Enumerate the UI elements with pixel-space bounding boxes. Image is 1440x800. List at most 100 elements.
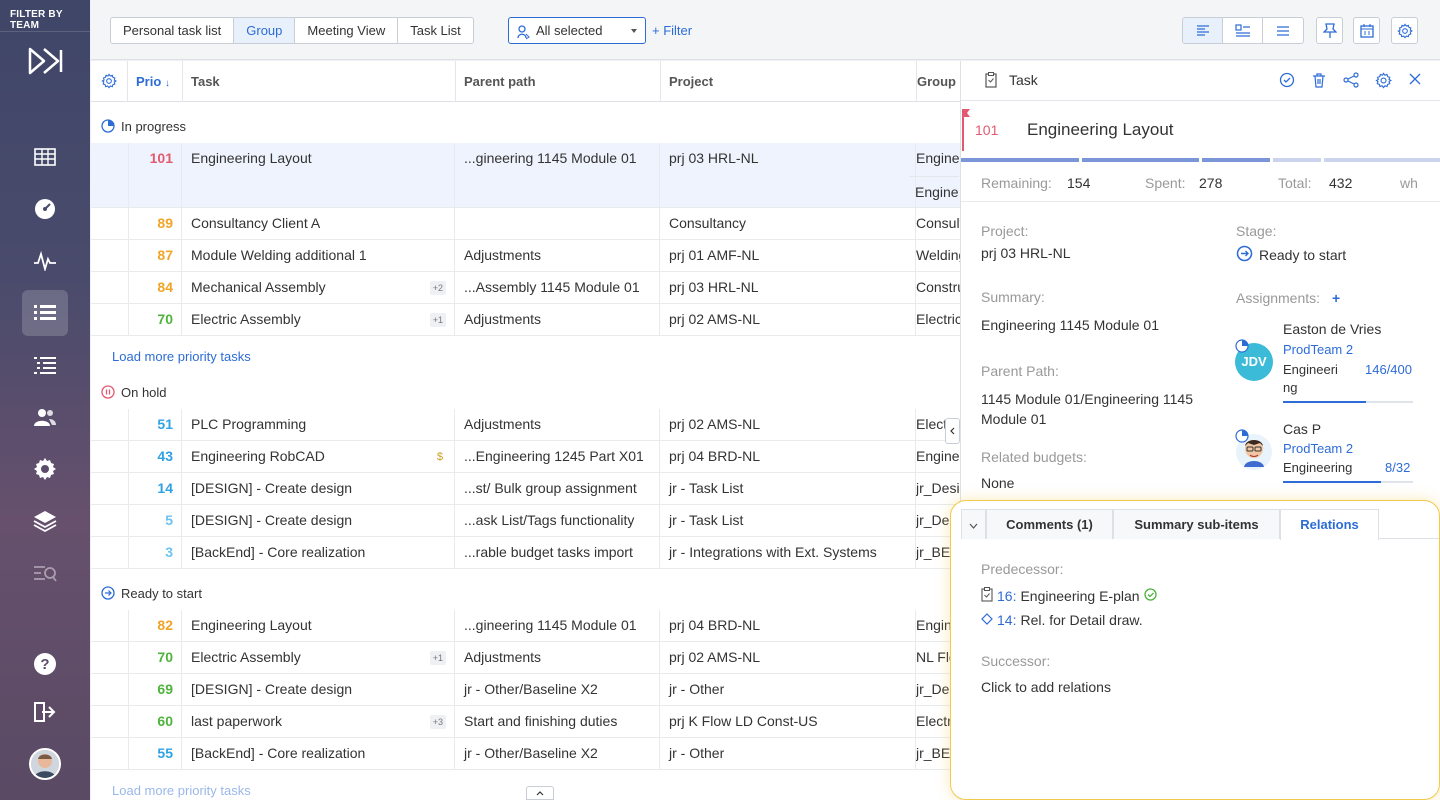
row-project[interactable]: prj K Flow LD Const-US [661,706,916,738]
collapse-panel-icon[interactable] [945,418,960,444]
gear-icon[interactable] [1375,72,1393,92]
load-more-link[interactable]: Load more priority tasks [112,349,251,364]
table-row[interactable]: 3 [BackEnd] - Core realization ...rable bu… [91,537,960,569]
section-on-hold[interactable]: On hold [91,376,960,408]
row-task[interactable]: [DESIGN] - Create design [183,505,455,537]
app-logo-icon[interactable] [28,46,64,79]
add-assignment-icon[interactable]: + [1332,290,1340,306]
row-parent-path[interactable] [456,208,660,240]
load-more-link[interactable]: Load more priority tasks [112,783,251,798]
row-project[interactable]: jr - Task List [661,473,916,505]
row-prio[interactable]: 89 [128,208,182,239]
tab-comments[interactable]: Comments (1) [986,509,1113,539]
table-row[interactable]: 55 [BackEnd] - Core realization jr - Other… [91,738,960,770]
row-group[interactable]: Welding [916,240,960,272]
row-project[interactable]: jr - Task List [661,505,916,537]
row-task[interactable]: [BackEnd] - Core realization [183,738,455,770]
list-view-icon[interactable] [1263,18,1303,43]
row-project[interactable]: prj 03 HRL-NL [661,272,916,304]
table-row[interactable]: 51 PLC Programming Adjustments prj 02 AMS-N… [91,409,960,441]
row-project[interactable]: jr - Other [661,674,916,706]
row-project[interactable]: prj 04 BRD-NL [661,610,916,642]
row-prio[interactable]: 69 [128,674,182,705]
row-project[interactable]: prj 02 AMS-NL [661,304,916,336]
settings-icon[interactable] [22,446,68,492]
row-task[interactable]: [BackEnd] - Core realization [183,537,455,569]
table-row[interactable]: 14 [DESIGN] - Create design ...st/ Bulk gr… [91,473,960,505]
row-task[interactable]: [DESIGN] - Create design [183,674,455,706]
row-prio[interactable]: 14 [128,473,182,504]
team-select[interactable]: All selected [508,17,646,44]
row-project[interactable]: Consultancy [661,208,916,240]
table-row[interactable]: 43 Engineering RobCAD $ ...Engineering 1245… [91,441,960,473]
row-parent-path[interactable]: ...Assembly 1145 Module 01 [456,272,660,304]
row-group[interactable]: Consultancy [916,208,960,240]
assignee-card[interactable]: JDV Easton de Vries ProdTeam 2 Engineeri… [1235,321,1425,403]
view-meeting[interactable]: Meeting View [295,18,399,43]
table-row[interactable]: 82 Engineering Layout ...gineering 1145 Mo… [91,610,960,642]
row-prio[interactable]: 55 [128,738,182,769]
column-settings-icon[interactable] [91,61,128,102]
row-task[interactable]: PLC Programming [183,409,455,441]
section-ready-to-start[interactable]: Ready to start [91,577,960,609]
row-task[interactable]: Engineering Layout [183,610,455,642]
add-relations-link[interactable]: Click to add relations [981,679,1111,695]
activity-icon[interactable] [22,238,68,284]
summary-value[interactable]: Engineering 1145 Module 01 [981,317,1159,333]
row-group[interactable]: jr_Design [916,473,960,505]
row-task[interactable]: Electric Assembly +1 [183,642,455,674]
row-parent-path[interactable]: ...st/ Bulk group assignment [456,473,660,505]
row-parent-path[interactable]: Start and finishing duties [456,706,660,738]
row-task[interactable]: Module Welding additional 1 [183,240,455,272]
row-prio[interactable]: 70 [128,304,182,335]
row-task[interactable]: [DESIGN] - Create design [183,473,455,505]
row-project[interactable]: jr - Other [661,738,916,770]
align-left-icon[interactable] [1183,18,1223,43]
row-task[interactable]: Consultancy Client A [183,208,455,240]
row-prio[interactable]: 70 [128,642,182,673]
header-project[interactable]: Project [661,61,917,102]
table-row[interactable]: 87 Module Welding additional 1 Adjustments… [91,240,960,272]
trash-icon[interactable] [1311,72,1327,92]
row-project[interactable]: prj 02 AMS-NL [661,642,916,674]
row-task[interactable]: Electric Assembly +1 [183,304,455,336]
row-prio[interactable]: 82 [128,610,182,641]
calendar-icon[interactable] [1353,17,1380,44]
table-row[interactable]: 89 Consultancy Client A ConsultancyConsult… [91,208,960,240]
table-row[interactable]: 70 Electric Assembly +1 Adjustments prj 02 A… [91,304,960,336]
row-parent-path[interactable]: jr - Other/Baseline X2 [456,738,660,770]
row-prio[interactable]: 101 [128,143,182,208]
parent-path-value[interactable]: 1145 Module 01/Engineering 1145 Module 0… [981,389,1211,429]
collapse-tabs-icon[interactable] [961,509,986,539]
row-parent-path[interactable]: Adjustments [456,304,660,336]
row-group[interactable]: Engineering [916,441,960,473]
view-task-list[interactable]: Task List [398,18,473,43]
table-row[interactable]: 101 Engineering Layout ...gineering 1145 M… [91,143,960,208]
row-prio[interactable]: 84 [128,272,182,303]
gear-icon[interactable] [1391,17,1418,44]
tab-relations[interactable]: Relations [1280,509,1379,540]
users-icon[interactable] [22,394,68,440]
close-icon[interactable] [1408,72,1422,92]
view-personal-task-list[interactable]: Personal task list [111,18,235,43]
grid-icon[interactable] [22,134,68,180]
row-project[interactable]: prj 01 AMF-NL [661,240,916,272]
row-parent-path[interactable]: ...ask List/Tags functionality [456,505,660,537]
dashboard-icon[interactable] [22,186,68,232]
row-prio[interactable]: 3 [128,537,182,568]
row-parent-path[interactable]: Adjustments [456,409,660,441]
row-project[interactable]: prj 03 HRL-NL [661,143,916,208]
chevron-up-icon[interactable] [526,786,554,800]
row-project[interactable]: jr - Integrations with Ext. Systems [661,537,916,569]
share-icon[interactable] [1343,72,1359,92]
add-filter-button[interactable]: + Filter [652,17,692,44]
assignee-card[interactable]: Cas P ProdTeam 2 Engineering 8/32 [1235,421,1425,483]
row-prio[interactable]: 87 [128,240,182,271]
row-project[interactable]: prj 04 BRD-NL [661,441,916,473]
row-task[interactable]: Engineering RobCAD $ [183,441,455,473]
row-prio[interactable]: 43 [128,441,182,472]
assignee-team[interactable]: ProdTeam 2 [1283,441,1353,456]
check-circle-icon[interactable] [1279,72,1295,92]
analytics-icon[interactable] [22,550,68,596]
predecessor-item[interactable]: 16: Engineering E-plan [981,587,1157,605]
